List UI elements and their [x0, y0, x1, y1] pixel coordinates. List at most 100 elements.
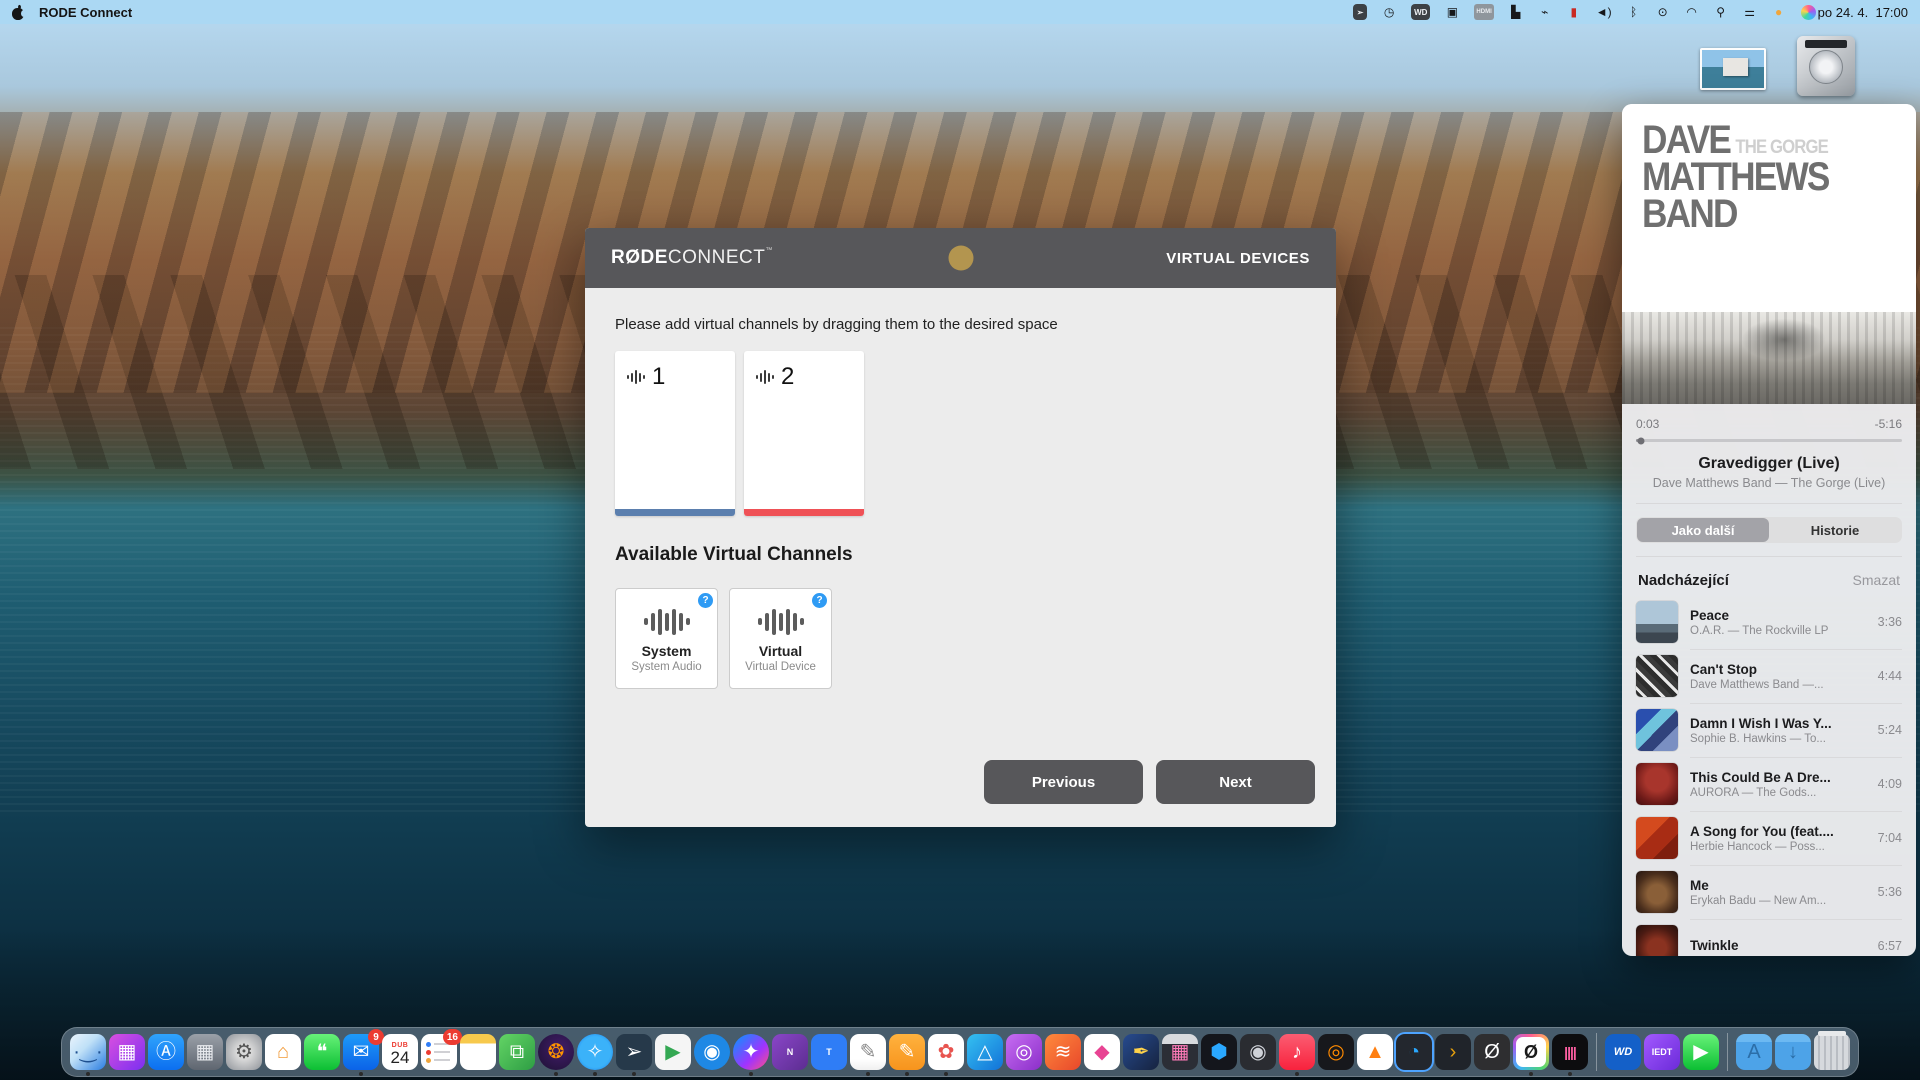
available-channel-system[interactable]: ?SystemSystem Audio: [615, 588, 718, 689]
dock-finder-icon[interactable]: ·‿·: [70, 1034, 106, 1070]
running-indicator: [359, 1072, 363, 1076]
dock-calendar-icon[interactable]: DUB24: [382, 1034, 418, 1070]
available-channel-virtual[interactable]: ?VirtualVirtual Device: [729, 588, 832, 689]
tab-historie[interactable]: Historie: [1769, 518, 1901, 542]
dock-grid-windows-app-icon[interactable]: ▦: [109, 1034, 145, 1070]
dock-text-doc-app-icon[interactable]: T: [811, 1034, 847, 1070]
compass-status-icon[interactable]: ◷: [1382, 4, 1396, 20]
dock-dark-edge-app-icon[interactable]: ⬢: [1201, 1034, 1237, 1070]
album-art-photo: [1622, 312, 1916, 404]
dock-trash-icon[interactable]: [1814, 1034, 1850, 1070]
waveform-icon: [627, 370, 645, 384]
dock-plex-icon[interactable]: ›: [1435, 1034, 1471, 1070]
hdmi-status-icon[interactable]: HDMI: [1474, 4, 1493, 20]
dock-notes-icon[interactable]: [460, 1034, 496, 1070]
drive-status-icon[interactable]: ▣: [1445, 4, 1459, 20]
available-channel-device: System Audio: [631, 661, 701, 673]
dock-photos-icon[interactable]: ✿: [928, 1034, 964, 1070]
dock-wd-discovery-icon[interactable]: WD: [1605, 1034, 1641, 1070]
dock-dj-app-icon[interactable]: ◎: [1318, 1034, 1354, 1070]
channel-accent-bar: [744, 509, 864, 516]
previous-button[interactable]: Previous: [984, 760, 1143, 804]
siri-status-icon[interactable]: [1801, 5, 1816, 20]
dock-safari-icon[interactable]: ✧: [577, 1034, 613, 1070]
queue-track-row[interactable]: A Song for You (feat....Herbie Hancock —…: [1622, 811, 1916, 865]
dock-system-settings-icon[interactable]: ⚙: [226, 1034, 262, 1070]
dock-messenger-icon[interactable]: ✦: [733, 1034, 769, 1070]
dock-media-play-app-icon[interactable]: ▶: [655, 1034, 691, 1070]
dock-home-app-icon[interactable]: ⌂: [265, 1034, 301, 1070]
dock-firefox-icon[interactable]: ❂: [538, 1034, 574, 1070]
dock-compressor-app-icon[interactable]: ◉: [1240, 1034, 1276, 1070]
help-badge-icon[interactable]: ?: [698, 593, 713, 608]
queue-track-row[interactable]: Twinkle6:57: [1622, 919, 1916, 956]
dock-globe-browser-app-icon[interactable]: ◉: [694, 1034, 730, 1070]
dock-rode-app-icon[interactable]: Ø: [1474, 1034, 1510, 1070]
dock-iedt-app-icon[interactable]: IEDT: [1644, 1034, 1680, 1070]
dock-launchpad-icon[interactable]: ▦: [187, 1034, 223, 1070]
dock-rode-central-icon[interactable]: ||||: [1552, 1034, 1588, 1070]
queue-track-row[interactable]: Damn I Wish I Was Y...Sophie B. Hawkins …: [1622, 703, 1916, 757]
queue-track-row[interactable]: Can't StopDave Matthews Band —...4:44: [1622, 649, 1916, 703]
divider: [1636, 503, 1902, 504]
search-status-icon[interactable]: ⚲: [1714, 4, 1728, 20]
dock-remote-desktop-app-icon[interactable]: ⧉: [499, 1034, 535, 1070]
control-center-status-icon[interactable]: ⚌: [1743, 4, 1757, 20]
dock-apple-music-icon[interactable]: ♪: [1279, 1034, 1315, 1070]
dock-final-cut-pro-icon[interactable]: ▦: [1162, 1034, 1198, 1070]
dock-pages-icon[interactable]: ✎: [889, 1034, 925, 1070]
dock-applications-folder-icon[interactable]: A: [1736, 1034, 1772, 1070]
queue-track-row[interactable]: PeaceO.A.R. — The Rockville LP3:36: [1622, 595, 1916, 649]
dock-design-pen-app-icon[interactable]: ✒: [1123, 1034, 1159, 1070]
screenshot-file-icon[interactable]: [1700, 48, 1766, 90]
blocks-status-icon[interactable]: ▙: [1509, 4, 1523, 20]
swoosh-status-icon[interactable]: ⌁: [1538, 4, 1552, 20]
dock-messages-icon[interactable]: ❝: [304, 1034, 340, 1070]
menu-app-name[interactable]: RODE Connect: [39, 5, 132, 20]
volume-status-icon[interactable]: ◄): [1596, 4, 1612, 20]
dock-downloads-folder-icon[interactable]: ↓: [1775, 1034, 1811, 1070]
dock-rode-connect-icon[interactable]: Ø: [1513, 1034, 1549, 1070]
progress-bar[interactable]: [1636, 439, 1902, 442]
dock-pixelmator-icon[interactable]: ◆: [1084, 1034, 1120, 1070]
dock-share-app-icon[interactable]: ➢: [616, 1034, 652, 1070]
running-indicator: [1568, 1072, 1572, 1076]
drive-body: [1797, 36, 1855, 96]
channel-slot-1[interactable]: 1: [615, 351, 735, 516]
progress-knob[interactable]: [1638, 437, 1645, 444]
share-status-icon[interactable]: ➢: [1353, 4, 1367, 20]
track-album-art: [1636, 871, 1678, 913]
track-duration: 4:09: [1870, 777, 1902, 791]
dock-affinity-publisher-icon[interactable]: ≋: [1045, 1034, 1081, 1070]
dock-onenote-icon[interactable]: N: [772, 1034, 808, 1070]
dock-vlc-icon[interactable]: ▲: [1357, 1034, 1393, 1070]
alert-dot-status-icon[interactable]: ●: [1772, 4, 1786, 20]
dock-mail-icon[interactable]: ✉9: [343, 1034, 379, 1070]
bluetooth-status-icon[interactable]: ᛒ: [1627, 4, 1641, 20]
play-circle-status-icon[interactable]: ⊙: [1656, 4, 1670, 20]
dock-affinity-designer-icon[interactable]: △: [967, 1034, 1003, 1070]
dock-textedit-icon[interactable]: ✎: [850, 1034, 886, 1070]
dock-reminders-icon[interactable]: 16: [421, 1034, 457, 1070]
dock-gauge-audio-app-icon[interactable]: ◔: [1396, 1034, 1432, 1070]
queue-track-row[interactable]: This Could Be A Dre...AURORA — The Gods.…: [1622, 757, 1916, 811]
apple-menu-icon[interactable]: [12, 5, 25, 20]
running-indicator: [554, 1072, 558, 1076]
help-badge-icon[interactable]: ?: [812, 593, 827, 608]
wd-status-icon[interactable]: WD: [1411, 4, 1430, 20]
window-header[interactable]: RØDECONNECT™ VIRTUAL DEVICES: [585, 228, 1336, 288]
queue-track-row[interactable]: MeErykah Badu — New Am...5:36: [1622, 865, 1916, 919]
red-app-status-icon[interactable]: ▮: [1567, 4, 1581, 20]
external-drive-icon[interactable]: [1793, 36, 1859, 106]
tab-jako-další[interactable]: Jako další: [1637, 518, 1769, 542]
menu-clock[interactable]: po 24. 4. 17:00: [1818, 5, 1908, 20]
window-body: Please add virtual channels by dragging …: [585, 288, 1336, 827]
dock-affinity-photo-icon[interactable]: ◎: [1006, 1034, 1042, 1070]
album-art[interactable]: DAVETHE GORGE MATTHEWS BAND: [1622, 104, 1916, 404]
dock-facetime-icon[interactable]: ▶: [1683, 1034, 1719, 1070]
channel-slot-2[interactable]: 2: [744, 351, 864, 516]
clear-queue-button[interactable]: Smazat: [1853, 572, 1900, 588]
dock-app-store-icon[interactable]: Ⓐ: [148, 1034, 184, 1070]
next-button[interactable]: Next: [1156, 760, 1315, 804]
wifi-status-icon[interactable]: ◠: [1685, 4, 1699, 20]
